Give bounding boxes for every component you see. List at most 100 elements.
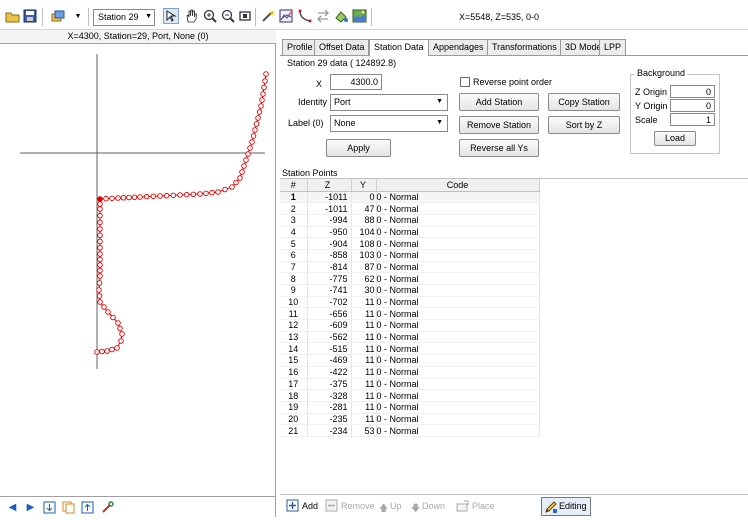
cell-code[interactable]: 0 - Normal — [376, 214, 540, 227]
curve-point[interactable] — [96, 280, 103, 286]
curve-point[interactable] — [97, 232, 103, 238]
cell-index[interactable]: 20 — [280, 413, 308, 426]
curve-point[interactable] — [97, 244, 103, 251]
arrows-icon[interactable] — [315, 8, 331, 24]
curve-point[interactable] — [115, 195, 121, 201]
table-row[interactable]: 1 -1011 0 0 - Normal — [280, 191, 540, 204]
remove-button[interactable]: Remove — [341, 501, 375, 511]
curve-point[interactable] — [263, 71, 269, 77]
curve-point[interactable] — [261, 84, 267, 91]
tab-station-data[interactable]: Station Data — [369, 39, 429, 56]
curve-point[interactable] — [190, 191, 197, 198]
cell-z[interactable]: -994 — [307, 214, 352, 227]
table-row[interactable]: 11 -656 11 0 - Normal — [280, 307, 540, 321]
cell-y[interactable]: 0 — [351, 191, 377, 204]
cell-y[interactable]: 47 — [351, 202, 377, 215]
cell-index[interactable]: 3 — [280, 214, 308, 227]
curve-point[interactable] — [126, 194, 132, 201]
cell-z[interactable]: -422 — [307, 366, 352, 379]
table-row[interactable]: 6 -858 103 0 - Normal — [280, 249, 540, 262]
curve-point[interactable] — [256, 109, 263, 115]
cell-code[interactable]: 0 - Normal — [376, 389, 540, 402]
apply-button[interactable]: Apply — [326, 139, 391, 157]
editing-toggle[interactable]: Editing — [541, 497, 591, 516]
cell-z[interactable]: -469 — [307, 354, 352, 367]
cell-index[interactable]: 12 — [280, 319, 308, 332]
curve-point[interactable] — [96, 293, 103, 299]
cell-y[interactable]: 11 — [351, 296, 377, 309]
curve-point[interactable] — [104, 348, 110, 354]
cell-z[interactable]: -656 — [307, 307, 352, 321]
cell-code[interactable]: 0 - Normal — [376, 378, 540, 391]
curve-point[interactable] — [222, 186, 228, 193]
cell-index[interactable]: 18 — [280, 389, 308, 402]
station-curve[interactable] — [94, 71, 269, 355]
down-button[interactable]: Down — [422, 501, 445, 511]
curve-point[interactable] — [99, 348, 105, 355]
curve-point[interactable] — [239, 169, 245, 175]
cell-index[interactable]: 5 — [280, 237, 308, 250]
cell-index[interactable]: 11 — [280, 307, 308, 321]
cell-code[interactable]: 0 - Normal — [376, 354, 540, 367]
curve-point[interactable] — [94, 349, 100, 355]
curve-point[interactable] — [97, 212, 103, 219]
curve-point[interactable] — [120, 194, 127, 201]
table-row[interactable]: 17 -375 11 0 - Normal — [280, 378, 540, 391]
curve-point[interactable] — [247, 145, 253, 151]
curve-point[interactable] — [97, 206, 103, 212]
curve-point[interactable] — [97, 299, 103, 305]
cell-code[interactable]: 0 - Normal — [376, 191, 540, 204]
cell-z[interactable]: -1011 — [307, 191, 352, 204]
arrow-left-icon[interactable]: ◀ — [6, 501, 19, 514]
arrow-down-icon[interactable]: 🡇 — [411, 501, 420, 517]
cell-code[interactable]: 0 - Normal — [376, 413, 540, 426]
y-origin-field[interactable]: 0 — [670, 99, 715, 112]
curve-point[interactable] — [97, 201, 103, 207]
cell-z[interactable]: -950 — [307, 226, 352, 239]
import-icon[interactable] — [43, 501, 56, 514]
tool-icon[interactable] — [101, 501, 114, 514]
curve-point[interactable] — [97, 226, 103, 232]
curve-point[interactable] — [233, 179, 239, 186]
cell-y[interactable]: 11 — [351, 366, 377, 379]
cell-index[interactable]: 14 — [280, 342, 308, 356]
table-row[interactable]: 7 -814 87 0 - Normal — [280, 261, 540, 274]
cell-y[interactable]: 104 — [351, 226, 377, 239]
z-origin-field[interactable]: 0 — [670, 85, 715, 98]
cell-z[interactable]: -1011 — [307, 202, 352, 215]
up-button[interactable]: Up — [390, 501, 402, 511]
cell-z[interactable]: -328 — [307, 389, 352, 402]
curve-point[interactable] — [203, 190, 209, 197]
cell-index[interactable]: 17 — [280, 378, 308, 391]
curve-point[interactable] — [259, 97, 265, 103]
curve-point[interactable] — [243, 157, 249, 163]
tab-offset-data[interactable]: Offset Data — [314, 39, 370, 55]
cell-y[interactable]: 30 — [351, 284, 377, 297]
sort-by-z-button[interactable]: Sort by Z — [548, 116, 620, 134]
curve-point[interactable] — [109, 346, 115, 353]
curve-point[interactable] — [115, 320, 121, 326]
curve-point[interactable] — [241, 163, 247, 169]
cell-y[interactable]: 88 — [351, 214, 377, 227]
cell-code[interactable]: 0 - Normal — [376, 307, 540, 321]
cell-z[interactable]: -515 — [307, 342, 352, 356]
curve-point[interactable] — [96, 287, 102, 293]
table-row[interactable]: 14 -515 11 0 - Normal — [280, 342, 540, 356]
cell-code[interactable]: 0 - Normal — [376, 366, 540, 379]
curve-point[interactable] — [105, 309, 111, 315]
column-header-code[interactable]: Code — [376, 179, 540, 192]
curve-point[interactable] — [209, 189, 215, 196]
curve-point[interactable] — [150, 193, 157, 200]
cell-index[interactable]: 7 — [280, 261, 308, 274]
cell-index[interactable]: 2 — [280, 202, 308, 215]
copy-station-button[interactable]: Copy Station — [548, 93, 620, 111]
cell-y[interactable]: 62 — [351, 272, 377, 285]
curve-point[interactable] — [109, 195, 115, 202]
curve-point[interactable] — [114, 345, 120, 351]
column-header-y[interactable]: Y — [351, 179, 377, 192]
table-row[interactable]: 19 -281 11 0 - Normal — [280, 401, 540, 414]
cell-index[interactable]: 19 — [280, 401, 308, 414]
table-row[interactable]: 15 -469 11 0 - Normal — [280, 354, 540, 367]
cell-z[interactable]: -609 — [307, 319, 352, 332]
cell-z[interactable]: -858 — [307, 249, 352, 262]
